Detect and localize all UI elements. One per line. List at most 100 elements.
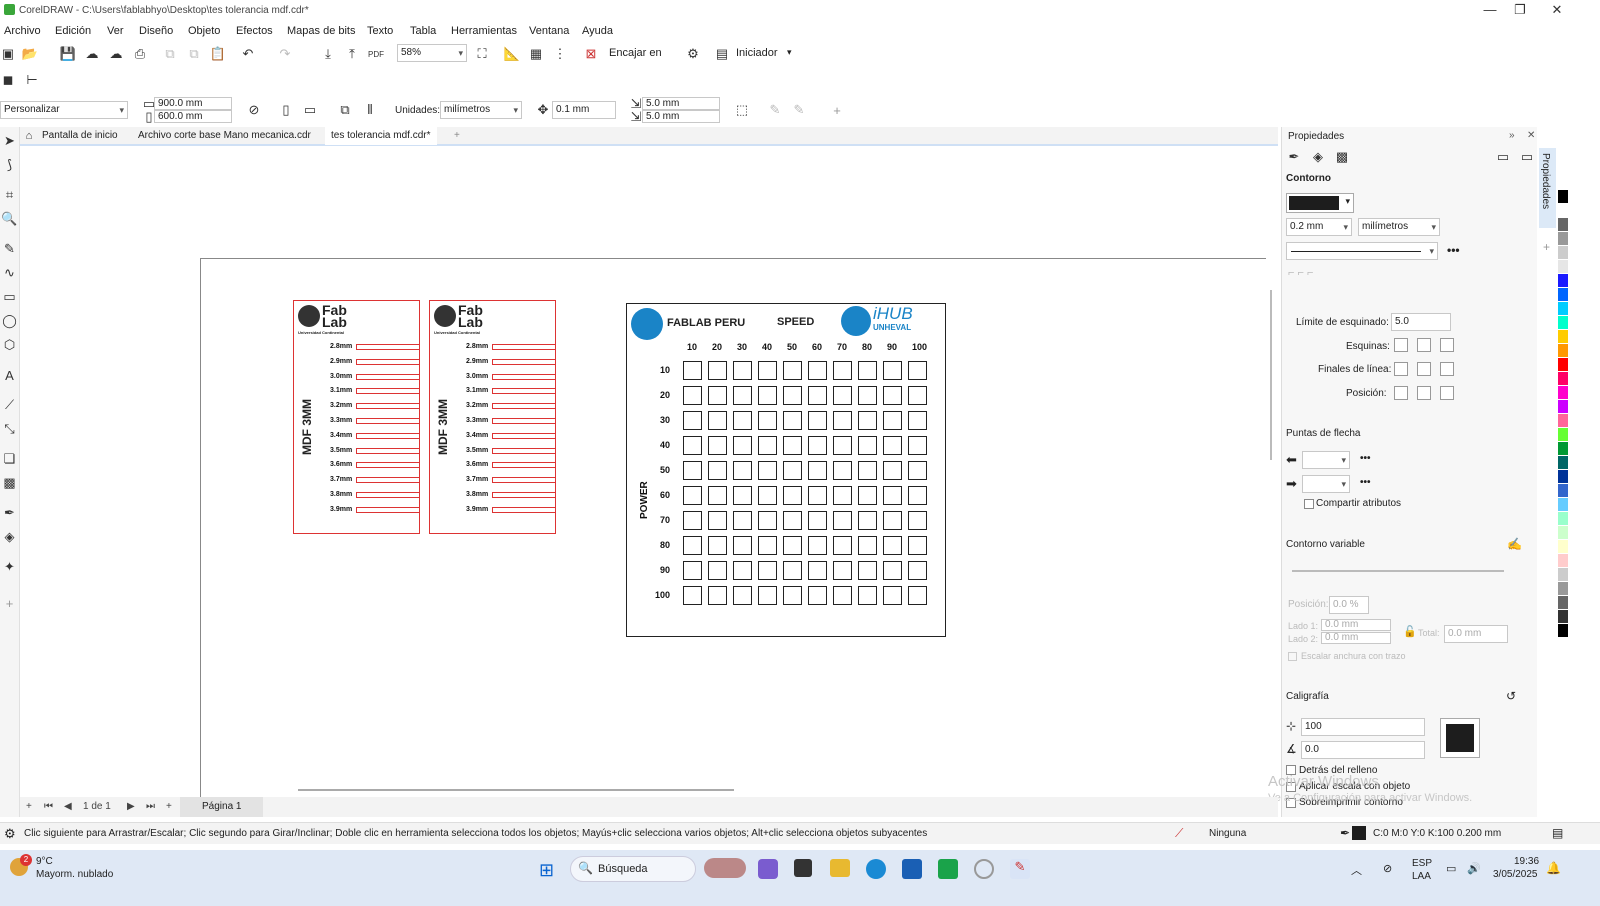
parallel-dimension-icon[interactable]: ⟋ <box>1 397 18 413</box>
volume-icon[interactable]: 🔊 <box>1467 862 1481 875</box>
test-cell[interactable] <box>708 486 727 505</box>
test-cell[interactable] <box>708 561 727 580</box>
connector-tool-icon[interactable]: ⤡ <box>1 421 18 437</box>
menu-ayuda[interactable]: Ayuda <box>582 25 613 37</box>
page-view-icon[interactable]: ▭ <box>1495 149 1511 165</box>
cloud-upload-icon[interactable]: ☁ <box>84 46 100 62</box>
smart-fill-icon[interactable]: ✦ <box>1 559 18 575</box>
file-explorer-icon[interactable] <box>830 859 850 877</box>
import-icon[interactable]: ⤓ <box>320 46 336 62</box>
clock-date[interactable]: 3/05/2025 <box>1493 869 1538 880</box>
corner-bevel-icon[interactable] <box>1440 338 1454 352</box>
color-swatch[interactable] <box>1558 428 1568 442</box>
test-cell[interactable] <box>833 586 852 605</box>
transparency-tab-icon[interactable]: ▩ <box>1334 149 1350 165</box>
corner-miter-icon[interactable] <box>1394 338 1408 352</box>
test-cell[interactable] <box>858 361 877 380</box>
taskbar-search[interactable]: 🔍 Búsqueda <box>570 856 696 882</box>
speed-power-grid[interactable]: FABLAB PERU SPEED iHUB UNHEVAL POWER 10 2… <box>626 303 946 637</box>
test-cell[interactable] <box>858 461 877 480</box>
color-swatch[interactable] <box>1558 372 1568 386</box>
test-cell[interactable] <box>808 511 827 530</box>
test-cell[interactable] <box>833 411 852 430</box>
new-tab-icon[interactable]: + <box>454 130 460 141</box>
test-cell[interactable] <box>758 386 777 405</box>
test-cell[interactable] <box>708 536 727 555</box>
menu-ver[interactable]: Ver <box>107 25 124 37</box>
menu-ventana[interactable]: Ventana <box>529 25 569 37</box>
test-cell[interactable] <box>883 386 902 405</box>
test-cell[interactable] <box>808 561 827 580</box>
test-cell[interactable] <box>758 486 777 505</box>
launcher-icon[interactable]: ▤ <box>714 46 730 62</box>
test-cell[interactable] <box>908 436 927 455</box>
test-cell[interactable] <box>783 511 802 530</box>
scale-width-checkbox[interactable] <box>1288 652 1297 661</box>
corner-round-icon[interactable] <box>1417 338 1431 352</box>
print-icon[interactable]: ⎙ <box>132 46 148 62</box>
arrow-start-more-icon[interactable]: ••• <box>1360 453 1371 464</box>
color-swatch[interactable] <box>1558 624 1568 638</box>
guidelines-icon[interactable]: ⋮ <box>552 46 568 62</box>
test-cell[interactable] <box>783 461 802 480</box>
test-cell[interactable] <box>708 436 727 455</box>
line-style-select[interactable] <box>1286 242 1438 260</box>
tolerance-card[interactable]: Fab Lab Universidad Continental MDF 3MM 2.8m… <box>293 300 420 534</box>
dup-y-input[interactable]: 5.0 mm <box>642 110 720 123</box>
test-cell[interactable] <box>783 411 802 430</box>
outline-color-select[interactable]: ▾ <box>1286 193 1354 213</box>
pick-icon[interactable]: ◼ <box>0 72 16 88</box>
test-cell[interactable] <box>683 461 702 480</box>
test-cell[interactable] <box>908 411 927 430</box>
test-cell[interactable] <box>708 461 727 480</box>
test-cell[interactable] <box>833 486 852 505</box>
test-cell[interactable] <box>858 536 877 555</box>
rulers-icon[interactable]: 📐 <box>504 46 520 62</box>
color-swatch[interactable] <box>1558 554 1568 568</box>
test-cell[interactable] <box>733 461 752 480</box>
first-page-icon[interactable]: ⏮ <box>44 801 53 812</box>
pos-center-icon[interactable] <box>1417 386 1431 400</box>
color-palette[interactable] <box>1558 190 1568 790</box>
arrow-end-more-icon[interactable]: ••• <box>1360 477 1371 488</box>
save-icon[interactable]: 💾 <box>60 46 76 62</box>
undo-icon[interactable]: ↶ <box>240 46 256 62</box>
side1-input[interactable]: 0.0 mm <box>1321 619 1391 631</box>
vertical-scrollbar[interactable] <box>1270 290 1272 460</box>
crop-page-icon[interactable]: ⊢ <box>24 72 40 88</box>
test-cell[interactable] <box>883 586 902 605</box>
color-swatch[interactable] <box>1558 498 1568 512</box>
freehand-tool-icon[interactable]: ✎ <box>1 241 18 257</box>
panel-close-icon[interactable]: ✕ <box>1527 130 1535 141</box>
test-cell[interactable] <box>883 486 902 505</box>
start-windows-icon[interactable]: ⊞ <box>539 860 554 881</box>
menu-diseno[interactable]: Diseño <box>139 25 173 37</box>
test-cell[interactable] <box>708 361 727 380</box>
pick-tool-icon[interactable]: ➤ <box>1 133 18 149</box>
menu-texto[interactable]: Texto <box>367 25 393 37</box>
test-cell[interactable] <box>708 511 727 530</box>
test-cell[interactable] <box>733 561 752 580</box>
test-cell[interactable] <box>783 436 802 455</box>
grid-icon[interactable]: ▦ <box>528 46 544 62</box>
outline-pen-icon[interactable]: ✒ <box>1286 149 1302 165</box>
test-cell[interactable] <box>683 361 702 380</box>
test-cell[interactable] <box>683 586 702 605</box>
home-icon[interactable]: ⌂ <box>22 129 36 143</box>
side2-input[interactable]: 0.0 mm <box>1321 632 1391 644</box>
test-cell[interactable] <box>733 511 752 530</box>
test-cell[interactable] <box>908 586 927 605</box>
test-cell[interactable] <box>833 361 852 380</box>
reset-calligraphy-icon[interactable]: ↺ <box>1506 689 1516 703</box>
test-cell[interactable] <box>733 436 752 455</box>
arrow-end-select[interactable] <box>1302 475 1350 493</box>
horizontal-scrollbar[interactable] <box>298 789 734 791</box>
test-cell[interactable] <box>758 586 777 605</box>
copilot-icon[interactable] <box>758 859 778 879</box>
docker-side-tab[interactable]: Propiedades <box>1539 148 1556 228</box>
test-cell[interactable] <box>733 536 752 555</box>
test-cell[interactable] <box>683 411 702 430</box>
outline-status[interactable]: C:0 M:0 Y:0 K:100 0.200 mm <box>1373 828 1501 839</box>
test-cell[interactable] <box>808 486 827 505</box>
test-cell[interactable] <box>858 436 877 455</box>
